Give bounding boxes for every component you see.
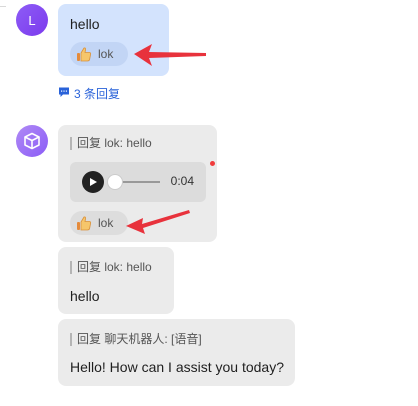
- audio-duration: 0:04: [170, 174, 194, 188]
- bot-message-text: Hello! How can I assist you today?: [70, 359, 284, 375]
- quote-text: hello: [126, 136, 152, 150]
- quote-prefix: 回复 聊天机器人:: [77, 332, 168, 346]
- divider: [0, 0, 6, 7]
- play-button[interactable]: [82, 171, 104, 193]
- cube-icon: [24, 132, 40, 150]
- reply-quote: 回复 聊天机器人: [语音]: [70, 333, 202, 346]
- reaction-user-name: lok: [98, 216, 114, 230]
- reaction-chip[interactable]: lok: [70, 211, 128, 235]
- quote-text: [语音]: [171, 332, 202, 346]
- audio-player[interactable]: 0:04: [70, 162, 206, 202]
- reply-quote: 回复 lok: hello: [70, 261, 152, 274]
- quote-text: hello: [126, 260, 152, 274]
- bot-message-text: hello: [70, 288, 100, 304]
- audio-progress-handle[interactable]: [107, 174, 123, 190]
- user-avatar[interactable]: L: [16, 4, 48, 36]
- annotation-arrow-icon: [126, 210, 190, 234]
- comment-icon: [58, 86, 70, 101]
- bot-message-bubble[interactable]: [58, 319, 295, 386]
- avatar-initial: L: [28, 12, 36, 28]
- thumbs-up-icon: [76, 215, 92, 231]
- unread-indicator: [210, 161, 215, 166]
- reaction-user-name: lok: [98, 47, 114, 61]
- replies-count: 3 条回复: [74, 87, 121, 101]
- annotation-arrow-icon: [134, 44, 206, 66]
- view-replies-link[interactable]: 3 条回复: [58, 85, 120, 102]
- reaction-chip[interactable]: lok: [70, 42, 128, 66]
- reply-quote: 回复 lok: hello: [70, 137, 152, 150]
- quote-prefix: 回复 lok:: [77, 136, 124, 150]
- quote-prefix: 回复 lok:: [77, 260, 124, 274]
- chat-thread: L hello lok 3 条回复 回复 lok: hello 0:04 lok…: [0, 0, 418, 406]
- user-message-text: hello: [70, 16, 100, 32]
- play-icon: [90, 178, 97, 186]
- thumbs-up-icon: [76, 46, 92, 62]
- bot-avatar[interactable]: [16, 125, 48, 157]
